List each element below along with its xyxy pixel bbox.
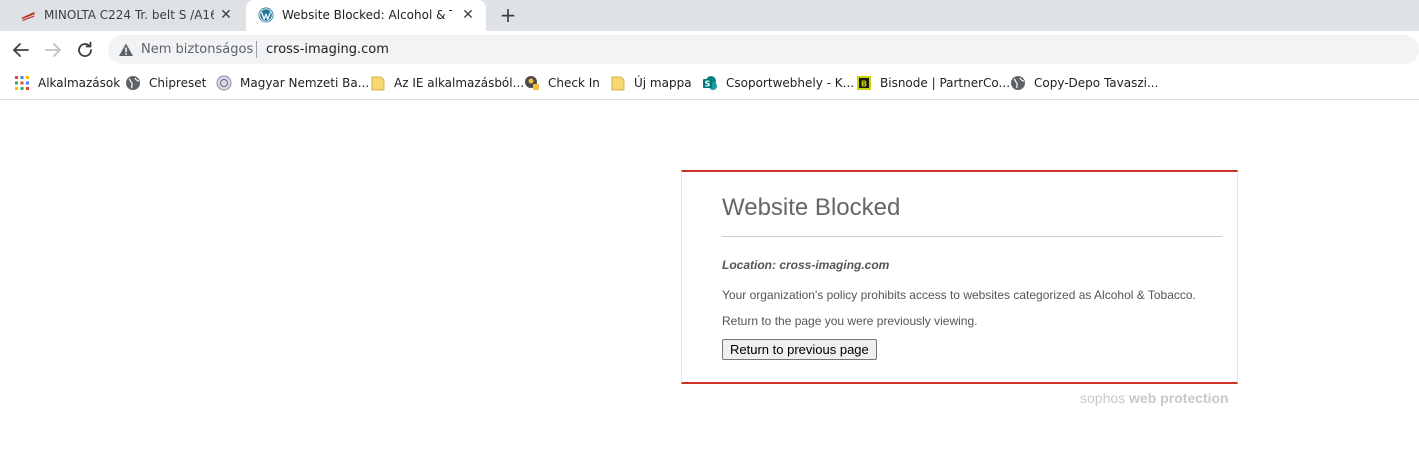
bookmark-label: Chipreset	[149, 76, 207, 90]
reload-icon[interactable]	[74, 39, 96, 61]
svg-text:B: B	[861, 80, 867, 89]
blocked-notice-panel: Website Blocked Location: cross-imaging.…	[681, 170, 1238, 384]
mnb-seal-icon	[216, 75, 232, 91]
bookmark-check-in[interactable]: Check In	[524, 73, 600, 93]
globe-icon	[126, 76, 140, 90]
tab-website-blocked[interactable]: Website Blocked: Alcohol & Tobacco ✕	[246, 0, 486, 31]
bisnode-icon: B	[857, 76, 871, 90]
return-instruction: Return to the page you were previously v…	[722, 314, 978, 328]
bookmark-mnb[interactable]: Magyar Nemzeti Ba...	[216, 73, 369, 93]
tab-title: Website Blocked: Alcohol & Tobacco	[282, 8, 452, 22]
policy-message: Your organization's policy prohibits acc…	[722, 288, 1196, 302]
back-arrow-icon[interactable]	[10, 39, 32, 61]
omnibox-divider	[256, 41, 257, 58]
svg-text:S: S	[705, 80, 711, 89]
bookmark-bisnode[interactable]: B Bisnode | PartnerCo...	[856, 73, 1010, 93]
close-icon[interactable]: ✕	[218, 7, 234, 23]
bookmarks-bar: Alkalmazások Chipreset Magyar Nemzeti Ba…	[0, 68, 1419, 100]
not-secure-label[interactable]: Nem biztonságos	[141, 42, 253, 57]
bookmark-label: Check In	[548, 76, 600, 90]
bookmark-ie-folder[interactable]: Az IE alkalmazásból...	[370, 73, 524, 93]
brand-light-text: sophos	[1080, 390, 1126, 406]
title-divider	[722, 236, 1222, 237]
bookmark-label: Bisnode | PartnerCo...	[880, 76, 1011, 90]
bookmark-sharepoint[interactable]: S Csoportwebhely - K...	[702, 73, 854, 93]
check-in-icon	[525, 76, 539, 90]
bookmark-label: Csoportwebhely - K...	[726, 76, 855, 90]
tab-strip: MINOLTA C224 Tr. belt S /A161R7 ✕ Websit…	[0, 0, 1419, 31]
bookmark-label: Copy-Depo Tavaszi...	[1034, 76, 1159, 90]
close-icon[interactable]: ✕	[460, 7, 476, 23]
bookmark-copy-depo[interactable]: Copy-Depo Tavaszi...	[1010, 73, 1158, 93]
tab-minolta[interactable]: MINOLTA C224 Tr. belt S /A161R7 ✕	[8, 0, 244, 31]
bookmark-label: Alkalmazások	[38, 76, 121, 90]
bookmark-new-folder[interactable]: Új mappa	[610, 73, 692, 93]
bookmark-label: Új mappa	[634, 76, 692, 90]
address-bar[interactable]: Nem biztonságos cross-imaging.com	[108, 35, 1419, 64]
bookmark-apps[interactable]: Alkalmazások	[14, 73, 120, 93]
sharepoint-icon: S	[703, 76, 717, 90]
bookmark-label: Az IE alkalmazásból...	[394, 76, 525, 90]
apps-grid-icon	[15, 76, 29, 90]
toolbar: Nem biztonságos cross-imaging.com	[0, 31, 1419, 68]
folder-icon	[611, 76, 625, 91]
minolta-favicon-icon	[21, 12, 35, 21]
wordpress-favicon-icon	[258, 7, 274, 23]
bookmark-label: Magyar Nemzeti Ba...	[240, 76, 370, 90]
sophos-branding: sophos web protection	[1080, 390, 1229, 406]
warning-icon[interactable]	[118, 42, 134, 58]
return-to-previous-page-button[interactable]: Return to previous page	[722, 339, 877, 360]
new-tab-button[interactable]: +	[498, 5, 518, 25]
brand-bold-text: web protection	[1129, 390, 1229, 406]
blocked-location: Location: cross-imaging.com	[722, 258, 890, 272]
url-text[interactable]: cross-imaging.com	[266, 42, 389, 57]
forward-arrow-icon[interactable]	[42, 39, 64, 61]
page-title: Website Blocked	[722, 194, 901, 221]
tab-title: MINOLTA C224 Tr. belt S /A161R7	[44, 8, 214, 22]
folder-icon	[371, 76, 385, 91]
bookmark-chipreset[interactable]: Chipreset	[125, 73, 206, 93]
globe-icon	[1011, 76, 1025, 90]
